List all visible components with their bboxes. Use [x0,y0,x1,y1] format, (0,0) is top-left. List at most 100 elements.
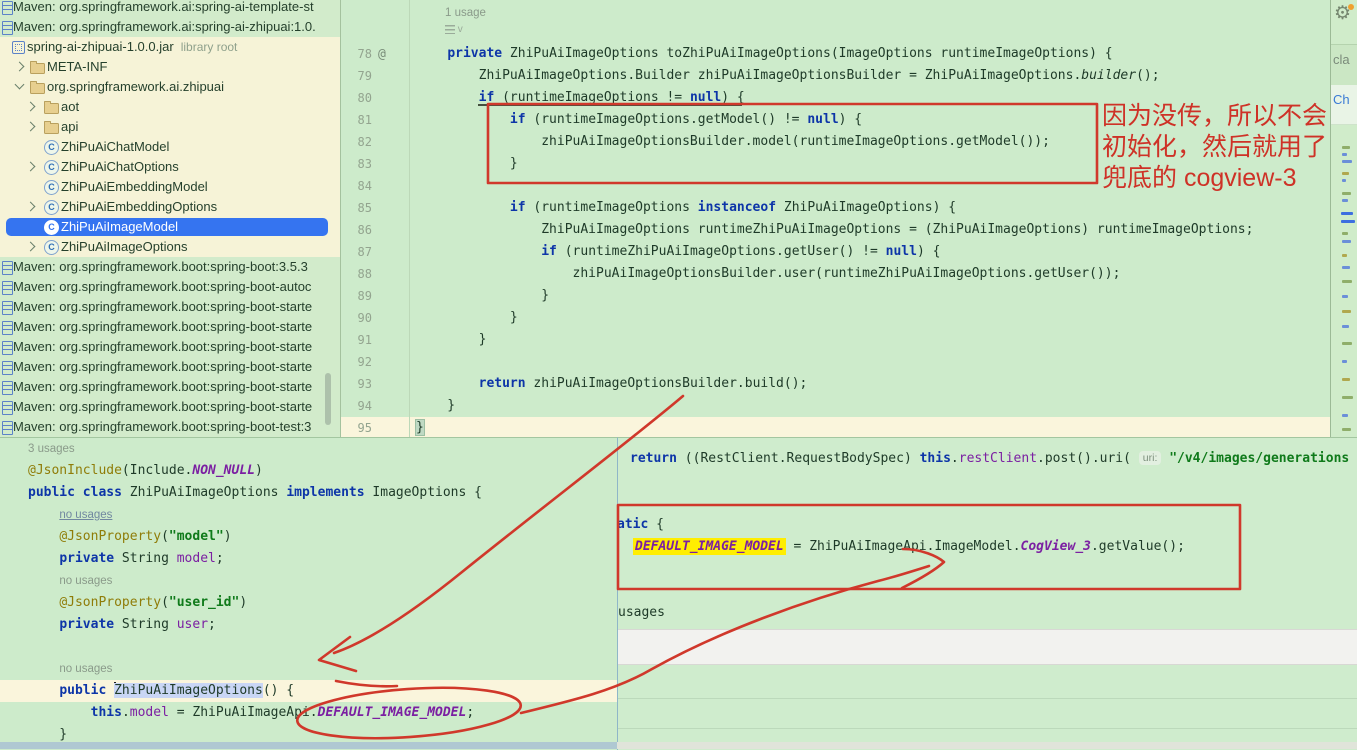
annotation-gutter-icon[interactable]: @ [378,47,386,62]
line-number[interactable]: 78@ [340,43,412,65]
line-number[interactable]: 87 [340,241,412,263]
tree-row[interactable]: Maven: org.springframework.ai:spring-ai-… [0,17,340,37]
tree-item-label: Maven: org.springframework.boot:spring-b… [13,297,312,317]
code-line: zhiPuAiImageOptionsBuilder.model(runtime… [416,131,1253,153]
code-line: return ((RestClient.RequestBodySpec) thi… [630,448,1349,470]
code-area: 3 usages@JsonInclude(Include.NON_NULL)pu… [28,438,482,746]
tree-row[interactable]: Maven: org.springframework.boot:spring-b… [0,417,340,437]
tree-item-label: Maven: org.springframework.boot:spring-b… [13,317,312,337]
line-number[interactable]: 83 [340,153,412,175]
tree-scrollbar-thumb[interactable] [325,373,331,425]
tree-row-selected[interactable]: CZhiPuAiImageModel [0,217,340,237]
window-bottom-edge-right [617,742,1357,749]
maven-icon [2,341,13,355]
line-number[interactable]: 90 [340,307,412,329]
chevron-down-icon[interactable] [15,80,25,90]
minimap-mark [1342,428,1351,431]
tree-row[interactable]: api [0,117,340,137]
tree-item-label: ZhiPuAiEmbeddingModel [61,177,208,197]
line-number[interactable]: 85 [340,197,412,219]
code-vision-icon[interactable]: v [445,24,467,36]
library-root-suffix: library root [181,40,238,54]
code-editor-secondary[interactable]: return ((RestClient.RequestBodySpec) thi… [617,437,1357,750]
tree-row[interactable]: org.springframework.ai.zhipuai [0,77,340,97]
chevron-right-icon[interactable] [26,242,36,252]
code-line: } [416,153,1253,175]
tree-item-label: Maven: org.springframework.ai:spring-ai-… [13,17,316,37]
scope-underline [478,104,742,106]
code-line: public ZhiPuAiImageOptions() { [28,680,482,702]
code-line: if (runtimeZhiPuAiImageOptions.getUser()… [416,241,1253,263]
tree-row[interactable]: Maven: org.springframework.ai:spring-ai-… [0,0,340,17]
line-number[interactable]: 88 [340,263,412,285]
tree-item-label: ZhiPuAiChatOptions [61,157,179,177]
class-icon: C [44,240,59,255]
minimap-mark [1341,220,1355,223]
tree-row[interactable]: CZhiPuAiChatOptions [0,157,340,177]
row-separator [617,698,1357,699]
code-editor-main[interactable]: 78@7980818283848586878889909192939495 pr… [340,0,1330,437]
class-icon: C [44,160,59,175]
line-number[interactable]: 89 [340,285,412,307]
tree-row[interactable]: Maven: org.springframework.boot:spring-b… [0,297,340,317]
chevron-right-icon[interactable] [26,202,36,212]
minimap[interactable] [1331,126,1357,440]
class-icon: C [44,200,59,215]
line-number[interactable]: 84 [340,175,412,197]
tree-row[interactable]: Maven: org.springframework.boot:spring-b… [0,377,340,397]
code-line[interactable]: no usages [28,504,482,526]
chevron-right-icon[interactable] [26,102,36,112]
code-line[interactable]: no usages [28,570,482,592]
code-line[interactable]: 3 usages [28,438,482,460]
tree-item-label: Maven: org.springframework.boot:spring-b… [13,277,311,297]
tree-row[interactable]: Maven: org.springframework.boot:spring-b… [0,357,340,377]
clipped-label-ch[interactable]: Ch [1333,92,1350,107]
tree-row[interactable]: CZhiPuAiImageOptions [0,237,340,257]
window-divider-band [617,629,1357,665]
chevron-right-icon[interactable] [26,122,36,132]
minimap-mark [1342,342,1352,345]
tree-row[interactable]: CZhiPuAiEmbeddingOptions [0,197,340,217]
code-line: return zhiPuAiImageOptionsBuilder.build(… [416,373,1253,395]
class-icon: C [44,180,59,195]
line-number[interactable]: 79 [340,65,412,87]
minimap-mark [1342,199,1348,202]
tree-row[interactable]: Maven: org.springframework.boot:spring-b… [0,337,340,357]
line-number[interactable]: 95 [340,417,412,437]
code-line[interactable]: usages [618,602,665,624]
tree-row[interactable]: META-INF [0,57,340,77]
code-line[interactable]: no usages [28,658,482,680]
chevron-right-icon[interactable] [15,62,25,72]
line-number[interactable]: 81 [340,109,412,131]
project-tree-panel[interactable]: Maven: org.springframework.ai:spring-ai-… [0,0,341,437]
tree-row[interactable]: Maven: org.springframework.boot:spring-b… [0,317,340,337]
tree-row[interactable]: Maven: org.springframework.boot:spring-b… [0,397,340,417]
tree-item-label: spring-ai-zhipuai-1.0.0.jarlibrary root [27,37,237,57]
line-number[interactable]: 86 [340,219,412,241]
tree-row[interactable]: Maven: org.springframework.boot:spring-b… [0,277,340,297]
line-number[interactable]: 94 [340,395,412,417]
tree-row[interactable]: CZhiPuAiEmbeddingModel [0,177,340,197]
tree-row[interactable]: Maven: org.springframework.boot:spring-b… [0,257,340,277]
line-number[interactable]: 80 [340,87,412,109]
line-number-gutter[interactable]: 78@7980818283848586878889909192939495 [340,43,412,437]
tree-row[interactable]: spring-ai-zhipuai-1.0.0.jarlibrary root [0,37,340,57]
line-number[interactable]: 91 [340,329,412,351]
code-line: if (runtimeImageOptions.getModel() != nu… [416,109,1253,131]
line-number[interactable]: 92 [340,351,412,373]
code-line: DEFAULT_IMAGE_MODEL = ZhiPuAiImageApi.Im… [633,536,1185,558]
tree-row[interactable]: CZhiPuAiChatModel [0,137,340,157]
tree-row[interactable]: aot [0,97,340,117]
minimap-mark [1342,295,1348,298]
class-icon: C [44,220,59,235]
maven-icon [2,281,13,295]
minimap-mark [1342,240,1351,243]
usage-count-inlay[interactable]: 1 usage [445,5,486,21]
code-line [416,351,1253,373]
chevron-right-icon[interactable] [26,162,36,172]
line-number[interactable]: 93 [340,373,412,395]
line-number[interactable]: 82 [340,131,412,153]
tree-item-label: org.springframework.ai.zhipuai [47,77,224,97]
code-popup-imageoptions-class[interactable]: 3 usages@JsonInclude(Include.NON_NULL)pu… [0,437,618,750]
folder-icon [44,103,59,114]
